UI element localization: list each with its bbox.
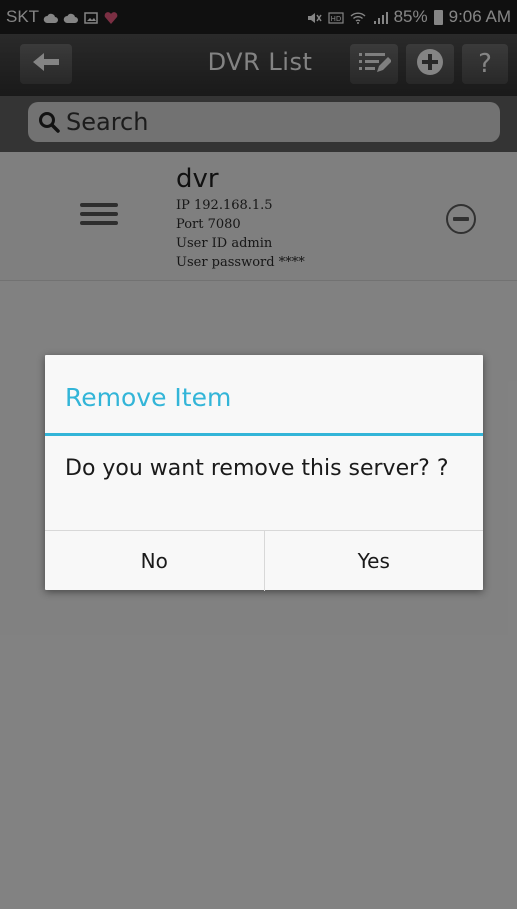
- dialog-buttons: No Yes: [45, 530, 483, 591]
- dialog-message: Do you want remove this server? ?: [65, 456, 449, 481]
- no-button[interactable]: No: [45, 531, 264, 591]
- dialog-divider: [45, 433, 483, 436]
- dialog-title: Remove Item: [65, 383, 232, 412]
- yes-button[interactable]: Yes: [263, 531, 484, 591]
- app-screen: SKT HD 85% 9:06 AM DVR List ? Search dvr…: [0, 0, 517, 909]
- remove-item-dialog: Remove Item Do you want remove this serv…: [45, 355, 483, 591]
